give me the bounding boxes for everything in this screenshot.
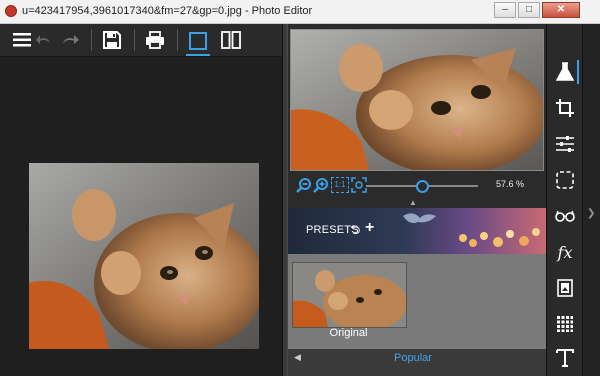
main-toolbar	[0, 24, 282, 57]
toolbar-divider	[177, 29, 178, 51]
zoom-slider-handle[interactable]	[416, 180, 429, 193]
single-view-icon	[189, 32, 207, 50]
maximize-button[interactable]: □	[518, 2, 540, 18]
tool-adjust[interactable]	[553, 132, 577, 156]
text-icon	[556, 349, 574, 367]
fit-to-window-button[interactable]	[351, 177, 367, 193]
presets-add-button[interactable]: +	[365, 219, 374, 237]
app-icon	[5, 5, 17, 17]
title-bar: u=423417954,3961017340&fm=27&gp=0.jpg - …	[0, 0, 600, 24]
toolbar-divider	[91, 29, 92, 51]
presets-reset-button[interactable]: ⮌	[350, 221, 360, 243]
redo-icon	[63, 35, 79, 44]
zoom-out-button[interactable]	[296, 177, 312, 193]
crop-icon	[556, 99, 574, 117]
tool-text[interactable]	[553, 346, 577, 370]
presets-header: PRESETS ⮌ +	[288, 208, 546, 254]
tool-effects[interactable]: fx	[553, 240, 577, 264]
tool-retouch[interactable]	[553, 204, 577, 228]
minimize-button[interactable]: –	[494, 2, 516, 18]
texture-icon	[557, 316, 573, 332]
zoom-percentage: 57.6 %	[496, 179, 525, 189]
tool-rail: fx	[546, 24, 583, 376]
window-title: u=423417954,3961017340&fm=27&gp=0.jpg - …	[22, 5, 313, 17]
presets-list: Original ◀ Popular	[288, 254, 546, 376]
fit-to-window-icon	[351, 177, 367, 193]
tool-selection[interactable]	[553, 168, 577, 192]
zoom-in-button[interactable]	[313, 177, 329, 193]
selection-icon	[556, 171, 574, 189]
zoom-in-icon	[313, 178, 328, 193]
menu-button[interactable]	[10, 28, 34, 52]
actual-size-button[interactable]: 1:1	[331, 177, 349, 193]
tab-popular-label[interactable]: Popular	[394, 352, 432, 364]
close-button[interactable]: ✕	[542, 2, 580, 18]
toolbar-divider	[134, 29, 135, 51]
side-panel: 1:1 57.6 % ▲ PRESETS ⮌ + Original ◀ Popu…	[288, 24, 546, 376]
save-icon	[103, 31, 121, 49]
single-view-button[interactable]	[186, 28, 210, 56]
undo-icon	[36, 35, 50, 44]
fx-icon: fx	[557, 242, 573, 262]
expand-panel-icon[interactable]: ❯	[587, 208, 595, 219]
glasses-icon	[555, 210, 575, 222]
edited-image	[29, 163, 264, 353]
tool-crop[interactable]	[553, 96, 577, 120]
panel-collapse-strip[interactable]: ❯	[582, 24, 600, 376]
undo-button[interactable]	[32, 28, 56, 52]
preset-category-tab[interactable]: ◀ Popular	[288, 349, 546, 376]
adjust-sliders-icon	[556, 136, 574, 152]
print-icon	[146, 31, 164, 49]
tab-prev-icon[interactable]: ◀	[294, 352, 301, 363]
split-view-icon	[221, 31, 241, 49]
zoom-out-icon	[296, 178, 311, 193]
save-button[interactable]	[100, 28, 124, 52]
preset-thumbnail[interactable]	[292, 262, 407, 328]
tool-textures[interactable]	[553, 312, 577, 336]
preset-label: Original	[329, 327, 368, 339]
redo-button[interactable]	[58, 28, 82, 52]
split-view-button[interactable]	[219, 28, 243, 52]
zoom-controls: 1:1 57.6 %	[288, 174, 546, 196]
print-button[interactable]	[143, 28, 167, 52]
navigator-preview[interactable]	[290, 29, 544, 171]
tool-presets[interactable]	[553, 60, 579, 84]
menu-icon	[13, 33, 31, 47]
tool-frames[interactable]	[553, 276, 577, 300]
image-canvas[interactable]	[0, 57, 282, 376]
frame-icon	[557, 279, 573, 297]
collapse-navigator-icon[interactable]: ▲	[409, 198, 417, 207]
flask-icon	[556, 62, 574, 81]
